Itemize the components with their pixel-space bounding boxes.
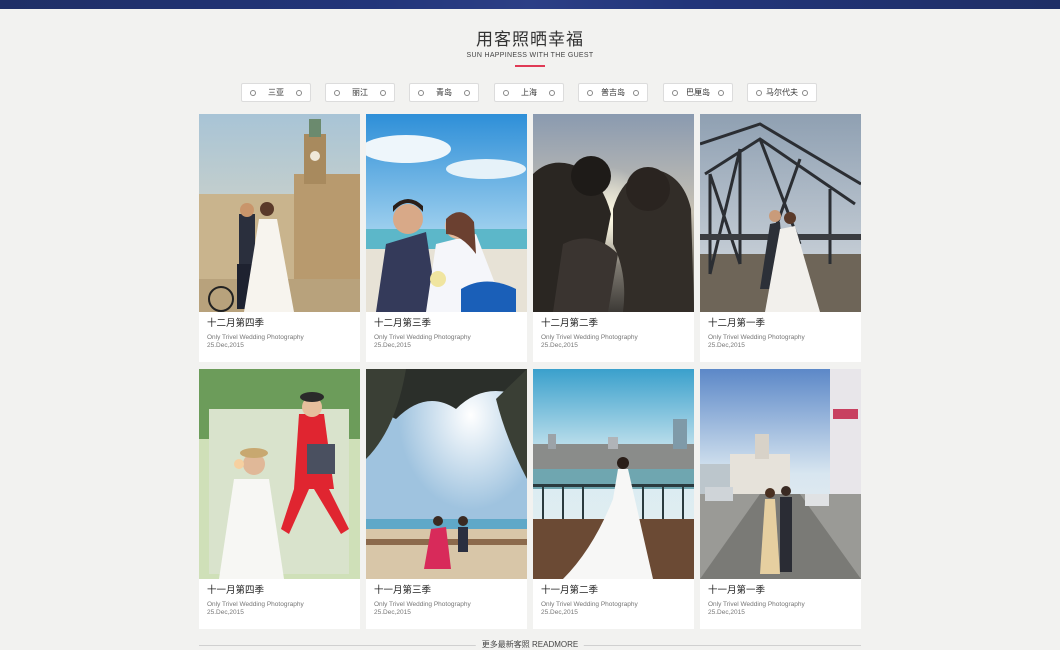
bullet-icon <box>587 90 593 96</box>
photo[interactable] <box>700 114 861 312</box>
section-heading: 用客照晒幸福 SUN HAPPINESS WITH THE GUEST <box>0 30 1060 67</box>
card-title[interactable]: 十一月第二季 <box>541 585 686 597</box>
card-meta: 十二月第一季 Only Trivel Wedding Photography 2… <box>700 312 861 362</box>
card-date: 25.Dec,2015 <box>708 609 745 616</box>
card-subtitle: Only Trivel Wedding Photography <box>541 334 638 341</box>
photo[interactable] <box>199 369 360 579</box>
tab-phuket[interactable]: 普吉岛 <box>578 83 648 102</box>
card-meta: 十一月第三季 Only Trivel Wedding Photography 2… <box>366 579 527 629</box>
photo-card[interactable]: 十二月第二季 Only Trivel Wedding Photography 2… <box>533 114 694 362</box>
card-subtitle: Only Trivel Wedding Photography <box>207 601 304 608</box>
title-underline <box>515 65 545 67</box>
card-date: 25.Dec,2015 <box>541 609 578 616</box>
tab-label: 青岛 <box>436 88 452 97</box>
photo[interactable] <box>366 114 527 312</box>
tab-label: 上海 <box>521 88 537 97</box>
read-more-bar: 更多最新客照 READMORE <box>199 640 861 650</box>
card-title[interactable]: 十一月第三季 <box>374 585 519 597</box>
card-title[interactable]: 十二月第一季 <box>708 318 853 330</box>
card-subtitle: Only Trivel Wedding Photography <box>374 601 471 608</box>
section-subtitle: SUN HAPPINESS WITH THE GUEST <box>466 52 594 59</box>
tab-qingdao[interactable]: 青岛 <box>409 83 479 102</box>
card-date: 25.Dec,2015 <box>374 609 411 616</box>
bullet-icon <box>672 90 678 96</box>
tab-sanya[interactable]: 三亚 <box>241 83 311 102</box>
tab-maldives[interactable]: 马尔代夫 <box>747 83 817 102</box>
bullet-icon <box>464 90 470 96</box>
card-title[interactable]: 十一月第一季 <box>708 585 853 597</box>
card-date: 25.Dec,2015 <box>374 342 411 349</box>
photo-card[interactable]: 十一月第四季 Only Trivel Wedding Photography 2… <box>199 369 360 629</box>
photo[interactable] <box>700 369 861 579</box>
card-title[interactable]: 十一月第四季 <box>207 585 352 597</box>
bullet-icon <box>802 90 808 96</box>
card-title[interactable]: 十二月第二季 <box>541 318 686 330</box>
card-meta: 十一月第一季 Only Trivel Wedding Photography 2… <box>700 579 861 629</box>
card-meta: 十一月第四季 Only Trivel Wedding Photography 2… <box>199 579 360 629</box>
photo[interactable] <box>366 369 527 579</box>
card-meta: 十二月第四季 Only Trivel Wedding Photography 2… <box>199 312 360 362</box>
card-meta: 十一月第二季 Only Trivel Wedding Photography 2… <box>533 579 694 629</box>
tab-label: 马尔代夫 <box>766 88 798 97</box>
photo[interactable] <box>533 369 694 579</box>
tab-lijiang[interactable]: 丽江 <box>325 83 395 102</box>
bullet-icon <box>296 90 302 96</box>
card-subtitle: Only Trivel Wedding Photography <box>541 601 638 608</box>
card-subtitle: Only Trivel Wedding Photography <box>374 334 471 341</box>
card-meta: 十二月第二季 Only Trivel Wedding Photography 2… <box>533 312 694 362</box>
top-banner-strip <box>0 0 1060 9</box>
tab-label: 丽江 <box>352 88 368 97</box>
photo-card[interactable]: 十一月第三季 Only Trivel Wedding Photography 2… <box>366 369 527 629</box>
tab-bali[interactable]: 巴厘岛 <box>663 83 733 102</box>
destination-tabs: 三亚 丽江 青岛 上海 普吉岛 巴厘岛 马尔代夫 <box>240 83 820 103</box>
bullet-icon <box>503 90 509 96</box>
card-meta: 十二月第三季 Only Trivel Wedding Photography 2… <box>366 312 527 362</box>
section-title: 用客照晒幸福 <box>476 30 584 50</box>
photo[interactable] <box>533 114 694 312</box>
card-subtitle: Only Trivel Wedding Photography <box>708 334 805 341</box>
card-subtitle: Only Trivel Wedding Photography <box>708 601 805 608</box>
card-title[interactable]: 十二月第四季 <box>207 318 352 330</box>
card-date: 25.Dec,2015 <box>207 609 244 616</box>
tab-label: 普吉岛 <box>601 88 625 97</box>
bullet-icon <box>549 90 555 96</box>
card-subtitle: Only Trivel Wedding Photography <box>207 334 304 341</box>
bullet-icon <box>718 90 724 96</box>
read-more-link[interactable]: 更多最新客照 READMORE <box>475 640 585 650</box>
bullet-icon <box>418 90 424 96</box>
photo[interactable] <box>199 114 360 312</box>
card-date: 25.Dec,2015 <box>708 342 745 349</box>
tab-shanghai[interactable]: 上海 <box>494 83 564 102</box>
photo-card[interactable]: 十一月第二季 Only Trivel Wedding Photography 2… <box>533 369 694 629</box>
photo-card[interactable]: 十一月第一季 Only Trivel Wedding Photography 2… <box>700 369 861 629</box>
bullet-icon <box>250 90 256 96</box>
card-date: 25.Dec,2015 <box>541 342 578 349</box>
tab-label: 三亚 <box>268 88 284 97</box>
card-title[interactable]: 十二月第三季 <box>374 318 519 330</box>
bullet-icon <box>334 90 340 96</box>
photo-card[interactable]: 十二月第三季 Only Trivel Wedding Photography 2… <box>366 114 527 362</box>
photo-card[interactable]: 十二月第一季 Only Trivel Wedding Photography 2… <box>700 114 861 362</box>
bullet-icon <box>633 90 639 96</box>
bullet-icon <box>380 90 386 96</box>
tab-label: 巴厘岛 <box>686 88 710 97</box>
card-date: 25.Dec,2015 <box>207 342 244 349</box>
photo-card[interactable]: 十二月第四季 Only Trivel Wedding Photography 2… <box>199 114 360 362</box>
bullet-icon <box>756 90 762 96</box>
